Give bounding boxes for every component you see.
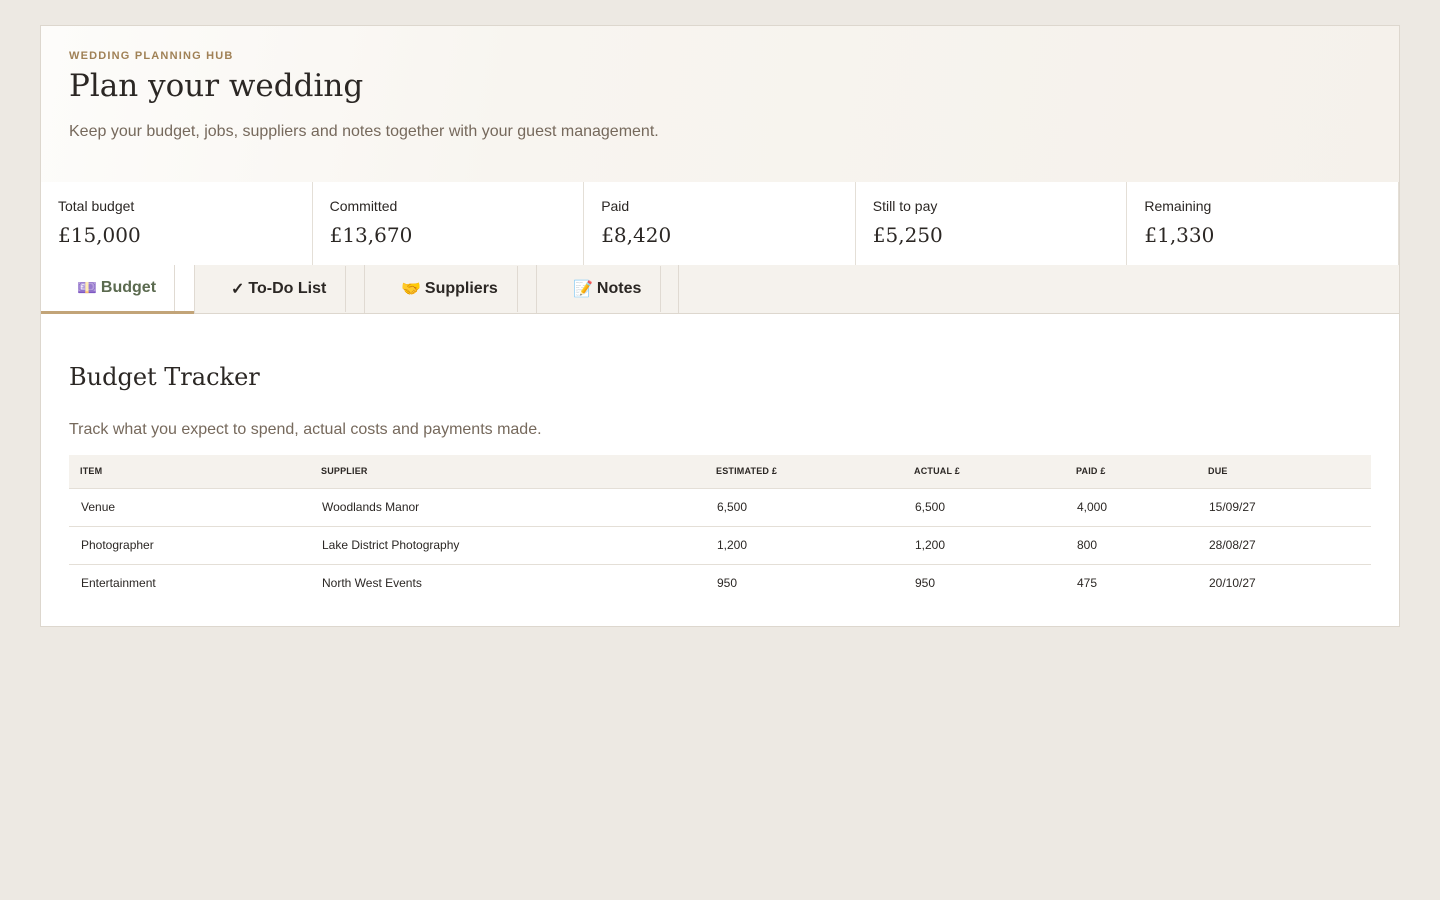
section-subtitle: Track what you expect to spend, actual c…	[69, 421, 542, 438]
table-cell: 6,500	[915, 500, 946, 514]
stat-label: Still to pay	[872, 198, 938, 214]
tab-suppliers[interactable]: 🤝 Suppliers	[364, 265, 536, 313]
stat-label: Remaining	[1144, 198, 1212, 214]
planning-hub-card: WEDDING PLANNING HUB Plan your wedding K…	[40, 25, 1400, 627]
hero-header: WEDDING PLANNING HUB Plan your wedding K…	[41, 26, 1399, 182]
handshake-icon: 🤝	[401, 281, 421, 298]
table-cell: Woodlands Manor	[322, 500, 420, 514]
table-row[interactable]: Entertainment North West Events 950 950 …	[69, 564, 1371, 602]
table-cell: 20/10/27	[1209, 576, 1256, 591]
tab-to-do-list-inner: ✓ To-Do List	[195, 266, 346, 312]
stat-still-to-pay: Still to pay £5,250	[856, 182, 1128, 265]
stat-remaining: Remaining £1,330	[1127, 182, 1399, 265]
tab-label: Suppliers	[424, 280, 498, 297]
stat-committed: Committed £13,670	[313, 182, 585, 265]
column-header: ESTIMATED £	[705, 455, 903, 489]
column-header: SUPPLIER	[310, 455, 705, 489]
eyebrow-label: WEDDING PLANNING HUB	[69, 50, 234, 62]
tab-budget[interactable]: 💷 Budget	[41, 265, 194, 314]
tab-label: Notes	[596, 280, 642, 297]
table-cell: 28/08/27	[1209, 538, 1256, 552]
table-header-row: ITEM SUPPLIER ESTIMATED £ ACTUAL £ PAID …	[69, 455, 1371, 489]
table-cell: Entertainment	[81, 576, 156, 591]
stat-paid: Paid £8,420	[584, 182, 856, 265]
column-header: PAID £	[1065, 455, 1197, 489]
banknote-icon: 💷	[77, 280, 97, 297]
stat-label: Committed	[329, 198, 398, 214]
table-cell: 6,500	[717, 500, 748, 514]
stat-value: £15,000	[58, 223, 141, 247]
table-cell: 800	[1077, 538, 1098, 552]
table-cell: 950	[717, 576, 738, 591]
table-cell: 4,000	[1077, 500, 1108, 514]
table-cell: 1,200	[717, 538, 748, 552]
column-header: ITEM	[69, 455, 310, 489]
table-cell: Lake District Photography	[322, 538, 460, 552]
stat-total-budget: Total budget £15,000	[41, 182, 313, 265]
budget-table: ITEM SUPPLIER ESTIMATED £ ACTUAL £ PAID …	[69, 455, 1371, 602]
budget-summary: Total budget £15,000 Committed £13,670 P…	[41, 182, 1399, 265]
page-subtitle: Keep your budget, jobs, suppliers and no…	[69, 123, 659, 140]
tab-label: Budget	[100, 279, 157, 296]
table-cell: Venue	[81, 500, 116, 514]
tab-label: To-Do List	[248, 280, 327, 297]
table-row[interactable]: Venue Woodlands Manor 6,500 6,500 4,000 …	[69, 488, 1371, 526]
stat-value: £1,330	[1144, 223, 1215, 247]
tab-bar: 💷 Budget ✓ To-Do List 🤝 Suppliers 📝 Note…	[41, 265, 1399, 314]
tab-suppliers-inner: 🤝 Suppliers	[365, 266, 518, 312]
section-title: Budget Tracker	[69, 363, 260, 391]
column-header: DUE	[1197, 455, 1371, 489]
table-row[interactable]: Photographer Lake District Photography 1…	[69, 526, 1371, 564]
tab-notes[interactable]: 📝 Notes	[536, 265, 679, 313]
table-cell: 1,200	[915, 538, 946, 552]
tab-notes-inner: 📝 Notes	[537, 266, 661, 312]
stat-label: Total budget	[58, 198, 135, 214]
table-cell: North West Events	[322, 576, 422, 591]
table-cell: 950	[915, 576, 936, 591]
table-cell: Photographer	[81, 538, 154, 552]
tab-to-do-list[interactable]: ✓ To-Do List	[194, 265, 364, 313]
memo-icon: 📝	[573, 281, 593, 298]
column-header: ACTUAL £	[903, 455, 1065, 489]
table-cell: 15/09/27	[1209, 500, 1256, 514]
checkmark-icon: ✓	[231, 281, 245, 298]
table-cell: 475	[1077, 576, 1098, 591]
stat-value: £13,670	[329, 223, 413, 247]
page-title: Plan your wedding	[69, 68, 364, 104]
stat-value: £8,420	[601, 223, 672, 247]
stat-value: £5,250	[872, 223, 943, 247]
tab-budget-inner: 💷 Budget	[59, 265, 175, 311]
stat-label: Paid	[601, 198, 630, 214]
